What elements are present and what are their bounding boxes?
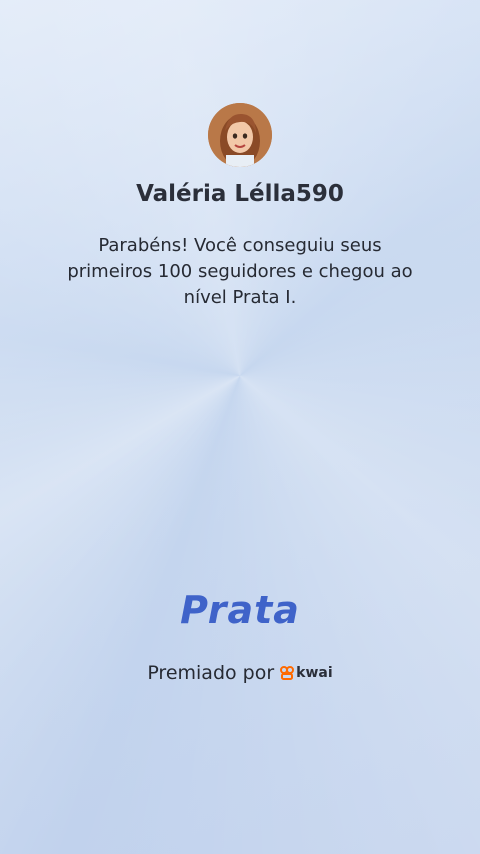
username: Valéria Lélla590 [136, 181, 344, 207]
congratulations-message: Parabéns! Você conseguiu seus primeiros … [67, 235, 413, 308]
kwai-brand-text: kwai [296, 665, 333, 681]
award-credit: Premiado por kwai [0, 662, 480, 684]
kwai-logo-icon [280, 666, 295, 680]
kwai-logo: kwai [280, 665, 333, 681]
avatar [208, 103, 272, 167]
avatar-icon [208, 103, 272, 167]
tier-name: Prata [180, 588, 300, 632]
award-label: Premiado por [147, 662, 275, 684]
